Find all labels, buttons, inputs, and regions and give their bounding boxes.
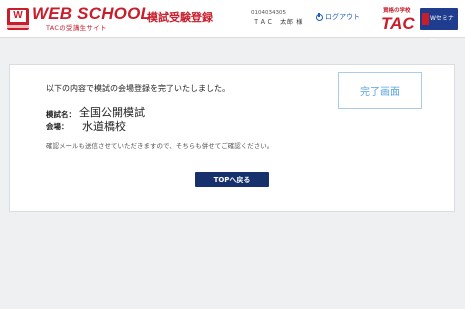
tac-logo[interactable]: TAC [381,15,415,33]
exam-name-value: 全国公開模試 [79,106,145,119]
seminar-logo-label: Wセミナー [430,15,454,44]
completion-card: 以下の内容で模試の会場登録を完了いたしました。 完了画面 模試名： 全国公開模試… [9,64,455,212]
user-id: 0104034305 [251,10,286,16]
venue-value: 水道橋校 [82,120,126,133]
brand-subtitle: TACの受講生サイト [46,24,107,32]
site-header: W WEB SCHOOL TACの受講生サイト 模試受験登録 010403430… [0,0,465,44]
page-title: 模試受験登録 [147,11,213,24]
web-school-logo-icon[interactable]: W [7,8,29,30]
exam-name-label: 模試名： [46,110,76,119]
brand-title[interactable]: WEB SCHOOL [32,5,151,23]
complete-badge: 完了画面 [338,72,422,109]
back-to-top-button[interactable]: TOPへ戻る [195,172,269,187]
confirmation-note: 確認メールも送信させていただきますので、そちらも併せてご確認ください。 [46,142,274,150]
power-icon [316,13,323,21]
logout-link[interactable]: ログアウト [316,13,360,22]
w-seminar-logo[interactable]: Wセミナー [420,8,458,44]
user-name: ＴＡＣ 太郎 様 [253,19,304,26]
completion-message: 以下の内容で模試の会場登録を完了いたしました。 [46,84,230,93]
venue-label: 会場： [46,122,69,131]
logout-label: ログアウト [325,13,360,21]
seminar-mark-icon [422,13,429,25]
